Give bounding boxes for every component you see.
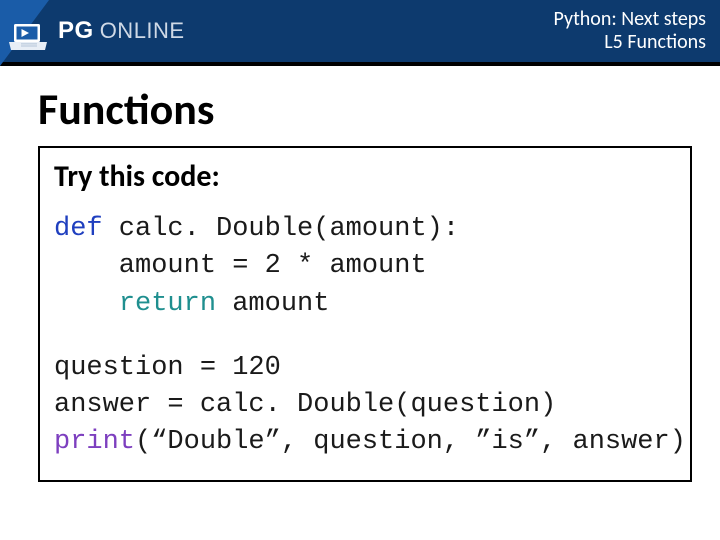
lesson-name: L5 Functions [554, 31, 707, 54]
blank-line [54, 323, 676, 350]
course-name: Python: Next steps [554, 8, 707, 31]
code-text: question = 120 [54, 353, 281, 383]
code-text: amount [216, 289, 329, 319]
slide-body: Functions Try this code: def calc. Doubl… [0, 66, 720, 482]
keyword-def: def [54, 214, 103, 244]
code-text [54, 289, 119, 319]
code-text: (“Double”, question, ”is”, answer) [135, 427, 686, 457]
code-box: Try this code: def calc. Double(amount):… [38, 146, 692, 482]
keyword-print: print [54, 427, 135, 457]
code-text: answer = calc. Double(question) [54, 390, 556, 420]
code-text: calc. Double(amount): [103, 214, 459, 244]
brand-online: ONLINE [100, 18, 185, 44]
try-label: Try this code: [54, 158, 676, 195]
brand-text: PG ONLINE [58, 17, 185, 45]
page-title: Functions [38, 82, 692, 136]
laptop-icon [8, 24, 48, 52]
code-text: amount = 2 * amount [54, 251, 427, 281]
brand-logo: PG ONLINE [0, 0, 185, 62]
slide-header: PG ONLINE Python: Next steps L5 Function… [0, 0, 720, 66]
keyword-return: return [119, 289, 216, 319]
header-subtitle: Python: Next steps L5 Functions [554, 8, 707, 54]
brand-pg: PG [58, 17, 94, 45]
code-block: def calc. Double(amount): amount = 2 * a… [54, 211, 676, 462]
